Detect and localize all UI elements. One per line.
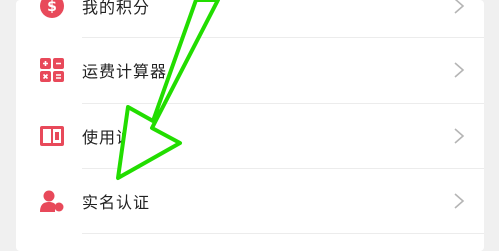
- points-icon: $: [38, 0, 66, 20]
- menu-item-freight-calculator[interactable]: 运费计算器: [16, 38, 484, 102]
- calculator-icon: [38, 56, 66, 84]
- person-verify-icon: [38, 187, 66, 215]
- menu-item-label: 使用说明: [82, 128, 151, 147]
- chevron-right-icon: [452, 61, 466, 79]
- settings-menu-card: $ 我的积分 运费计算器 使用说明 实名认证: [16, 0, 484, 251]
- menu-item-instructions[interactable]: 使用说明: [16, 104, 484, 168]
- chevron-right-icon: [452, 192, 466, 210]
- divider: [82, 233, 484, 234]
- menu-item-label: 我的积分: [82, 0, 151, 17]
- svg-text:$: $: [47, 0, 57, 15]
- menu-item-points[interactable]: $ 我的积分: [16, 0, 484, 38]
- menu-item-label: 实名认证: [82, 193, 151, 212]
- menu-item-label: 运费计算器: [82, 62, 168, 81]
- manual-book-icon: [38, 122, 66, 150]
- menu-item-real-name-verification[interactable]: 实名认证: [16, 169, 484, 233]
- chevron-right-icon: [452, 127, 466, 145]
- chevron-right-icon: [452, 0, 466, 15]
